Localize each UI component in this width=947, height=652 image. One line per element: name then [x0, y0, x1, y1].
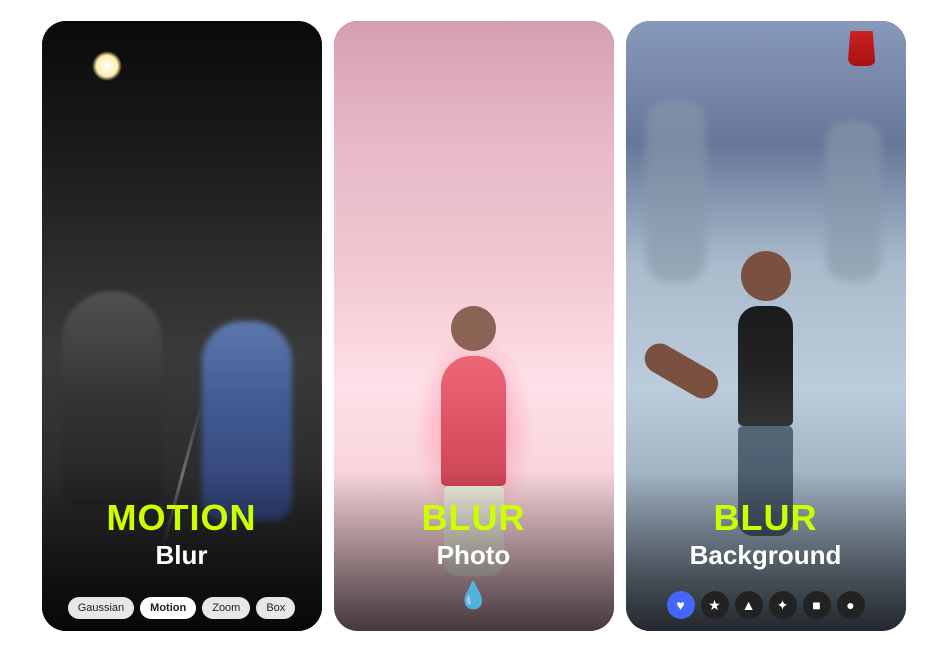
control-gaussian[interactable]: Gaussian	[68, 597, 134, 619]
water-drop-icon[interactable]: 💧	[457, 580, 489, 611]
figure-head	[451, 306, 496, 351]
card-controls: Gaussian Motion Zoom Box	[42, 597, 322, 619]
card-subtitle: Photo	[334, 540, 614, 571]
card-subtitle: Blur	[42, 540, 322, 571]
icon-triangle[interactable]: ▲	[735, 591, 763, 619]
control-box[interactable]: Box	[256, 597, 295, 619]
card-text-area: BLUR Photo	[334, 498, 614, 571]
figure-body	[441, 356, 506, 486]
card-subtitle: Background	[626, 540, 906, 571]
card-title-highlight: MOTION	[42, 498, 322, 538]
icon-square[interactable]: ■	[803, 591, 831, 619]
cards-container: MOTION Blur Gaussian Motion Zoom Box BLU…	[22, 1, 926, 651]
control-motion[interactable]: Motion	[140, 597, 196, 619]
card-motion-blur[interactable]: MOTION Blur Gaussian Motion Zoom Box	[42, 21, 322, 631]
card-blur-background[interactable]: BLUR Background ♥ ★ ▲ ✦ ■ ●	[626, 21, 906, 631]
card-blur-photo[interactable]: BLUR Photo 💧	[334, 21, 614, 631]
icon-game[interactable]: ✦	[769, 591, 797, 619]
card-title-highlight: BLUR	[334, 498, 614, 538]
pf-head	[741, 251, 791, 301]
pf-body	[738, 306, 793, 426]
card-text-area: BLUR Background	[626, 498, 906, 571]
control-zoom[interactable]: Zoom	[202, 597, 250, 619]
icon-star[interactable]: ★	[701, 591, 729, 619]
card-controls: ♥ ★ ▲ ✦ ■ ●	[626, 591, 906, 619]
light-spot	[92, 51, 122, 81]
drop-icon: 💧	[457, 580, 489, 610]
red-cup	[848, 31, 876, 66]
card-text-area: MOTION Blur	[42, 498, 322, 571]
icon-cloud[interactable]: ●	[837, 591, 865, 619]
card-title-highlight: BLUR	[626, 498, 906, 538]
icon-heart[interactable]: ♥	[667, 591, 695, 619]
